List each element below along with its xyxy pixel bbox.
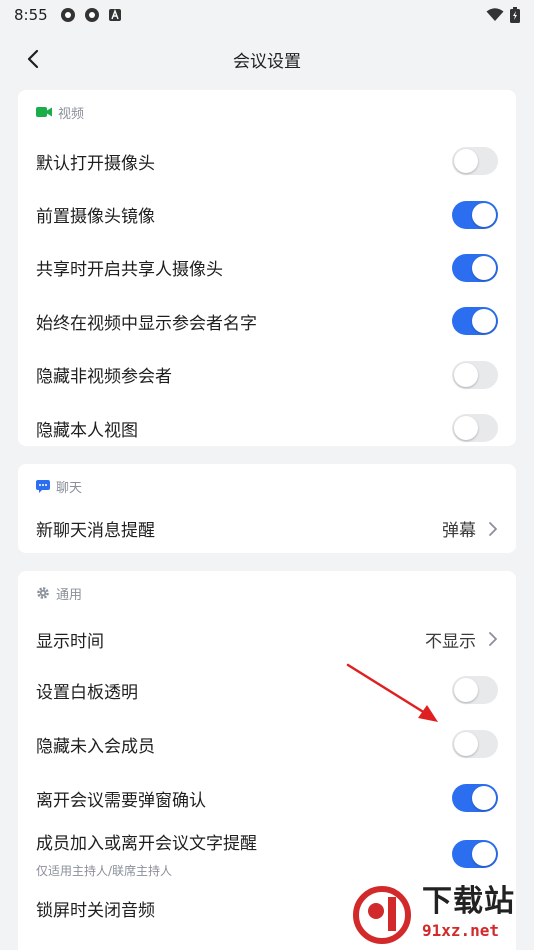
chevron-right-icon [489,521,497,536]
setting-label: 显示时间 [36,631,104,652]
general-section-title: 通用 [56,587,83,603]
watermark-logo-icon [353,886,411,944]
setting-row-leave-confirm[interactable]: 离开会议需要弹窗确认 [18,771,516,825]
front-camera-mirror-toggle[interactable] [452,200,498,229]
share-camera-toggle[interactable] [452,253,498,282]
default-camera-toggle[interactable] [452,147,498,175]
setting-label: 离开会议需要弹窗确认 [36,790,206,811]
back-button[interactable] [20,46,46,72]
setting-label: 隐藏未入会成员 [36,736,155,757]
gear-icon [37,587,49,599]
setting-label: 设置白板透明 [36,682,138,703]
setting-label: 始终在视频中显示参会者名字 [36,313,257,334]
chat-section-title: 聊天 [56,480,83,496]
app-notification-icon [84,8,99,22]
app-notification-icon [60,8,75,22]
watermark-title: 下载站 [422,884,515,919]
setting-value: 弹幕 [442,521,476,541]
hide-self-view-toggle[interactable] [452,414,498,442]
status-bar: 8:55 [0,0,534,30]
setting-label: 默认打开摄像头 [36,153,155,174]
nav-bar: 会议设置 [0,34,534,84]
status-notification-icons [60,7,122,23]
hide-unjoined-toggle[interactable] [452,730,498,758]
chat-section-header: 聊天 [18,464,516,508]
video-settings-card: 视频 默认打开摄像头 前置摄像头镜像 共享时开启共享人摄像头 始终在视频中显示参… [18,90,516,446]
battery-icon [510,7,520,23]
setting-label: 共享时开启共享人摄像头 [36,260,223,280]
font-notification-icon [108,9,121,21]
setting-row-new-chat-reminder[interactable]: 新聊天消息提醒 弹幕 [18,508,516,553]
video-section-title: 视频 [58,106,85,122]
watermark: 下载站 91xz.net [352,876,534,950]
setting-row-share-camera[interactable]: 共享时开启共享人摄像头 [18,241,516,294]
general-section-header: 通用 [18,571,516,615]
hide-non-video-toggle[interactable] [452,360,498,389]
setting-row-join-reminder[interactable]: 成员加入或离开会议文字提醒 仅适用主持人/联席主持人 [18,825,516,883]
setting-value: 不显示 [425,631,476,652]
leave-confirm-toggle[interactable] [452,784,498,812]
page-title: 会议设置 [233,51,301,72]
join-reminder-toggle[interactable] [452,840,498,868]
chevron-right-icon [489,632,497,646]
setting-row-hide-unjoined[interactable]: 隐藏未入会成员 [18,717,516,771]
setting-label: 新聊天消息提醒 [36,521,155,541]
setting-row-front-camera-mirror[interactable]: 前置摄像头镜像 [18,188,516,241]
whiteboard-transparent-toggle[interactable] [452,676,498,704]
setting-row-hide-non-video[interactable]: 隐藏非视频参会者 [18,348,516,401]
video-section-header: 视频 [18,90,516,134]
chevron-left-icon [27,49,39,69]
setting-row-show-names[interactable]: 始终在视频中显示参会者名字 [18,294,516,348]
setting-row-display-time[interactable]: 显示时间 不显示 [18,615,516,663]
chat-settings-card: 聊天 新聊天消息提醒 弹幕 [18,464,516,553]
setting-label: 前置摄像头镜像 [36,207,155,227]
status-time: 8:55 [14,6,48,24]
setting-label: 隐藏非视频参会者 [36,367,172,387]
show-names-toggle[interactable] [452,307,498,335]
setting-label: 隐藏本人视图 [36,420,138,441]
wifi-icon [486,8,504,21]
video-camera-icon [36,107,52,117]
setting-label: 成员加入或离开会议文字提醒 [36,834,257,854]
setting-row-default-camera[interactable]: 默认打开摄像头 [18,134,516,188]
watermark-url: 91xz.net [422,921,500,940]
chat-bubble-icon [36,479,50,493]
setting-row-whiteboard-transparent[interactable]: 设置白板透明 [18,663,516,717]
status-system-icons [486,7,520,23]
setting-row-hide-self-view[interactable]: 隐藏本人视图 [18,401,516,446]
